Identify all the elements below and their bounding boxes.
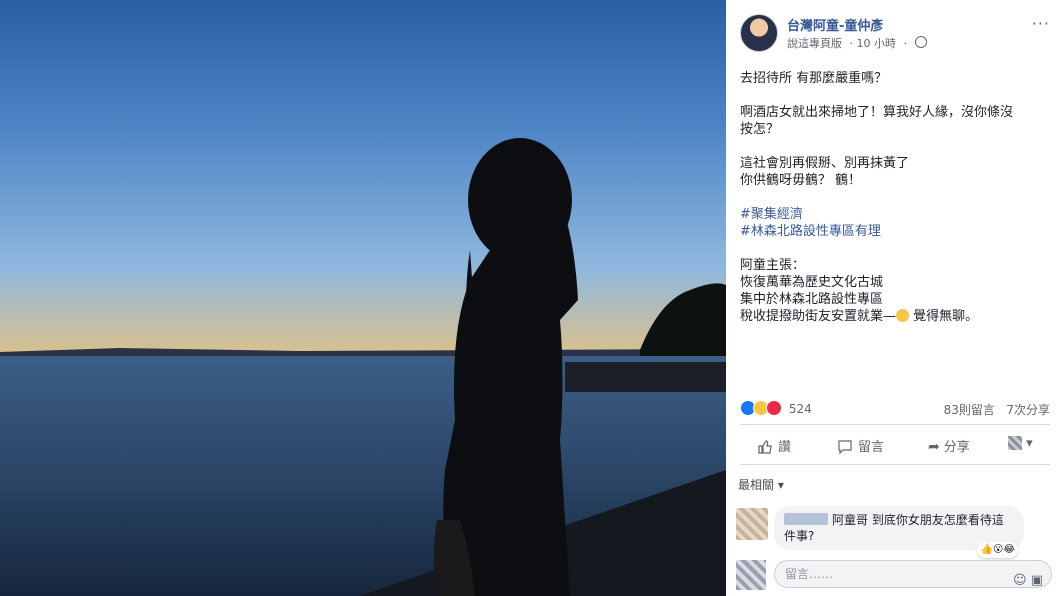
post-line: 稅收提撥助街友安置就業— 覺得無聊。 xyxy=(740,308,1050,325)
composer-icons: ☺ ▣ xyxy=(1013,568,1043,594)
current-user-avatar xyxy=(736,560,766,590)
commenter-avatar[interactable] xyxy=(736,508,768,540)
post-side-panel: 台灣阿童-童仲彥 說這專頁版 · 10 小時 · ··· 去招待所 有那麼嚴重嗎… xyxy=(726,0,1060,596)
comment-input-placeholder: 留言…… xyxy=(785,567,834,581)
chevron-down-icon: ▾ xyxy=(1026,436,1033,451)
post-line: 恢復萬華為歷史文化古城 xyxy=(740,275,884,290)
post-stats: 524 83則留言 7次分享 xyxy=(740,400,1050,418)
comment-count[interactable]: 83則留言 xyxy=(944,403,995,417)
post-header: 台灣阿童-童仲彥 說這專頁版 · 10 小時 · ··· xyxy=(740,14,1050,52)
divider xyxy=(740,424,1050,425)
post-line: 阿童主張： xyxy=(740,258,806,273)
share-label: 分享 xyxy=(943,440,970,455)
hashtag-link[interactable]: #林森北路設性專區有理 xyxy=(740,223,1050,240)
sunset-silhouette-image xyxy=(0,138,726,596)
like-label: 讚 xyxy=(778,440,792,455)
profile-thumbnail-icon xyxy=(1008,436,1022,450)
comment-sort-dropdown[interactable]: 最相關 ▾ xyxy=(738,476,784,493)
post-text: 去招待所 有那麼嚴重嗎？ 啊酒店女就出來掃地了！算我好人緣，沒你條沒 按怎？ 這… xyxy=(740,70,1050,325)
comment-button[interactable]: 留言 xyxy=(838,436,884,455)
hashtag-link[interactable]: #聚集經濟 xyxy=(740,206,1050,223)
post-line: 啊酒店女就出來掃地了！算我好人緣，沒你條沒 xyxy=(740,105,1014,120)
post-meta: 說這專頁版 · 10 小時 · xyxy=(787,35,931,51)
comment-input[interactable]: 留言…… ☺ ▣ xyxy=(774,560,1052,588)
timestamp[interactable]: · 10 小時 · xyxy=(850,37,908,50)
commenter-name[interactable] xyxy=(784,513,828,525)
more-options-icon[interactable]: ··· xyxy=(1032,14,1050,33)
post-line xyxy=(740,240,1050,257)
post-line: 去招待所 有那麼嚴重嗎？ xyxy=(740,71,888,86)
divider xyxy=(740,464,1050,465)
comment-item: 阿童哥 到底你女朋友怎麼看待這件事? 👍😮😂 xyxy=(736,506,1054,558)
page-name-link[interactable]: 台灣阿童-童仲彥 xyxy=(787,15,883,34)
page-avatar[interactable] xyxy=(740,14,778,52)
like-button[interactable]: 讚 xyxy=(758,436,791,455)
thumbs-up-icon xyxy=(758,440,772,454)
action-bar: 讚 留言 ➦ 分享 ▾ xyxy=(740,432,1050,458)
comment-bubble: 阿童哥 到底你女朋友怎麼看待這件事? 👍😮😂 xyxy=(774,506,1024,558)
comment-composer: 留言…… ☺ ▣ xyxy=(736,558,1054,590)
share-count[interactable]: 7次分享 xyxy=(1006,403,1050,417)
post-line: 按怎？ xyxy=(740,122,780,137)
audience-selector[interactable]: ▾ xyxy=(1008,436,1033,451)
comment-label: 留言 xyxy=(858,440,885,455)
comment-share-counts: 83則留言 7次分享 xyxy=(944,401,1050,418)
share-arrow-icon: ➦ xyxy=(928,439,940,455)
post-line: 集中於林森北路設性專區 xyxy=(740,292,884,307)
post-line: 你供鶴呀毋鶴？ 鶴！ xyxy=(740,173,862,188)
confused-emoji-icon xyxy=(896,309,910,322)
reaction-count[interactable]: 524 xyxy=(789,402,812,416)
share-button[interactable]: ➦ 分享 xyxy=(928,436,970,455)
sticker-icon[interactable]: ▣ xyxy=(1031,573,1043,588)
post-line xyxy=(740,87,1050,104)
emoji-icon[interactable]: ☺ xyxy=(1013,573,1027,588)
comment-reactions[interactable]: 👍😮😂 xyxy=(977,542,1018,558)
post-photo[interactable] xyxy=(0,0,726,596)
comment-icon xyxy=(838,440,852,454)
post-line: 這社會別再假掰、別再抹黃了 xyxy=(740,156,910,171)
post-line-text: 稅收提撥助街友安置就業— xyxy=(740,309,897,324)
post-line xyxy=(740,138,1050,155)
timestamp-text: 10 小時 xyxy=(856,37,897,50)
post-line xyxy=(740,189,1050,206)
feeling-text: 覺得無聊。 xyxy=(913,309,979,324)
love-reaction-icon[interactable] xyxy=(766,400,782,416)
globe-icon xyxy=(914,36,927,48)
editor-tag[interactable]: 說這專頁版 xyxy=(787,37,842,50)
